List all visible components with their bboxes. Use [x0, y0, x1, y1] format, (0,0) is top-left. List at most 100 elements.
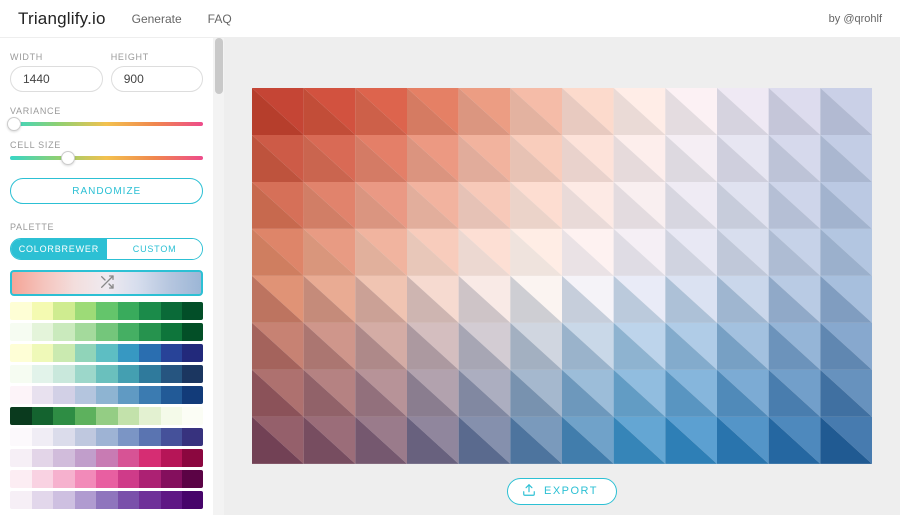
- variance-slider[interactable]: [10, 122, 203, 126]
- palette-swatch: [96, 470, 118, 488]
- palette-swatch: [32, 470, 54, 488]
- palette-label: PALETTE: [10, 222, 203, 232]
- palette-row[interactable]: [10, 344, 203, 362]
- palette-swatch: [75, 386, 97, 404]
- width-input[interactable]: [10, 66, 103, 92]
- export-button[interactable]: EXPORT: [507, 478, 617, 505]
- sidebar-scrollbar-thumb[interactable]: [215, 38, 223, 94]
- palette-row[interactable]: [10, 323, 203, 341]
- palette-swatch: [139, 470, 161, 488]
- palette-swatch: [96, 344, 118, 362]
- byline[interactable]: by @qrohlf: [829, 13, 882, 25]
- palette-swatch: [75, 323, 97, 341]
- palette-swatch: [139, 407, 161, 425]
- palette-swatch: [182, 470, 203, 488]
- palette-swatch: [161, 302, 183, 320]
- palette-swatch: [118, 491, 140, 509]
- palette-row[interactable]: [10, 470, 203, 488]
- palette-row[interactable]: [10, 386, 203, 404]
- palette-swatch: [182, 491, 203, 509]
- palette-swatch: [10, 344, 32, 362]
- palette-swatch: [75, 365, 97, 383]
- palette-swatch: [161, 365, 183, 383]
- palette-swatch: [53, 449, 75, 467]
- palette-swatch: [10, 407, 32, 425]
- palette-swatch: [161, 449, 183, 467]
- palette-row[interactable]: [10, 365, 203, 383]
- palette-swatch: [75, 407, 97, 425]
- palette-swatch: [139, 386, 161, 404]
- palette-swatch: [32, 491, 54, 509]
- palette-swatch: [161, 386, 183, 404]
- palette-list: [10, 302, 203, 509]
- palette-row[interactable]: [10, 449, 203, 467]
- palette-swatch: [139, 365, 161, 383]
- palette-swatch: [139, 428, 161, 446]
- palette-swatch: [53, 428, 75, 446]
- palette-swatch: [10, 428, 32, 446]
- height-label: HEIGHT: [111, 52, 204, 62]
- canvas-area: EXPORT: [224, 38, 900, 515]
- nav-generate[interactable]: Generate: [132, 12, 182, 26]
- palette-swatch: [96, 407, 118, 425]
- palette-swatch: [139, 344, 161, 362]
- palette-swatch: [139, 302, 161, 320]
- palette-swatch: [118, 407, 140, 425]
- palette-swatch: [182, 407, 203, 425]
- palette-swatch: [161, 470, 183, 488]
- height-input[interactable]: [111, 66, 204, 92]
- palette-swatch: [96, 323, 118, 341]
- variance-knob[interactable]: [7, 117, 21, 131]
- palette-swatch: [139, 449, 161, 467]
- palette-swatch: [182, 428, 203, 446]
- palette-swatch: [161, 344, 183, 362]
- palette-swatch: [182, 386, 203, 404]
- palette-row[interactable]: [10, 428, 203, 446]
- palette-swatch: [96, 365, 118, 383]
- palette-swatch: [96, 449, 118, 467]
- palette-swatch: [10, 470, 32, 488]
- palette-swatch: [118, 344, 140, 362]
- palette-swatch: [32, 365, 54, 383]
- cellsize-label: CELL SIZE: [10, 140, 203, 150]
- palette-row[interactable]: [10, 407, 203, 425]
- palette-swatch: [96, 491, 118, 509]
- palette-swatch: [118, 365, 140, 383]
- palette-swatch: [75, 344, 97, 362]
- palette-swatch: [10, 449, 32, 467]
- palette-swatch: [53, 323, 75, 341]
- cellsize-knob[interactable]: [61, 151, 75, 165]
- palette-swatch: [182, 323, 203, 341]
- palette-swatch: [32, 386, 54, 404]
- palette-swatch: [182, 344, 203, 362]
- palette-shuffle-button[interactable]: [10, 270, 203, 296]
- sidebar-scrollbar[interactable]: [213, 38, 224, 515]
- palette-swatch: [75, 449, 97, 467]
- palette-swatch: [53, 386, 75, 404]
- palette-swatch: [118, 386, 140, 404]
- palette-swatch: [118, 428, 140, 446]
- palette-swatch: [96, 302, 118, 320]
- palette-swatch: [53, 365, 75, 383]
- palette-swatch: [10, 491, 32, 509]
- randomize-button[interactable]: RANDOMIZE: [10, 178, 203, 204]
- shuffle-icon: [99, 274, 115, 293]
- cellsize-slider[interactable]: [10, 156, 203, 160]
- palette-swatch: [161, 428, 183, 446]
- width-label: WIDTH: [10, 52, 103, 62]
- nav-faq[interactable]: FAQ: [208, 12, 232, 26]
- palette-swatch: [182, 302, 203, 320]
- palette-swatch: [75, 302, 97, 320]
- tab-custom[interactable]: CUSTOM: [107, 239, 203, 259]
- palette-row[interactable]: [10, 491, 203, 509]
- palette-swatch: [182, 365, 203, 383]
- variance-label: VARIANCE: [10, 106, 203, 116]
- palette-swatch: [161, 491, 183, 509]
- export-icon: [522, 483, 536, 500]
- palette-swatch: [182, 449, 203, 467]
- palette-row[interactable]: [10, 302, 203, 320]
- palette-swatch: [118, 302, 140, 320]
- tab-colorbrewer[interactable]: COLORBREWER: [11, 239, 107, 259]
- app-header: Trianglify.io Generate FAQ by @qrohlf: [0, 0, 900, 38]
- palette-swatch: [32, 344, 54, 362]
